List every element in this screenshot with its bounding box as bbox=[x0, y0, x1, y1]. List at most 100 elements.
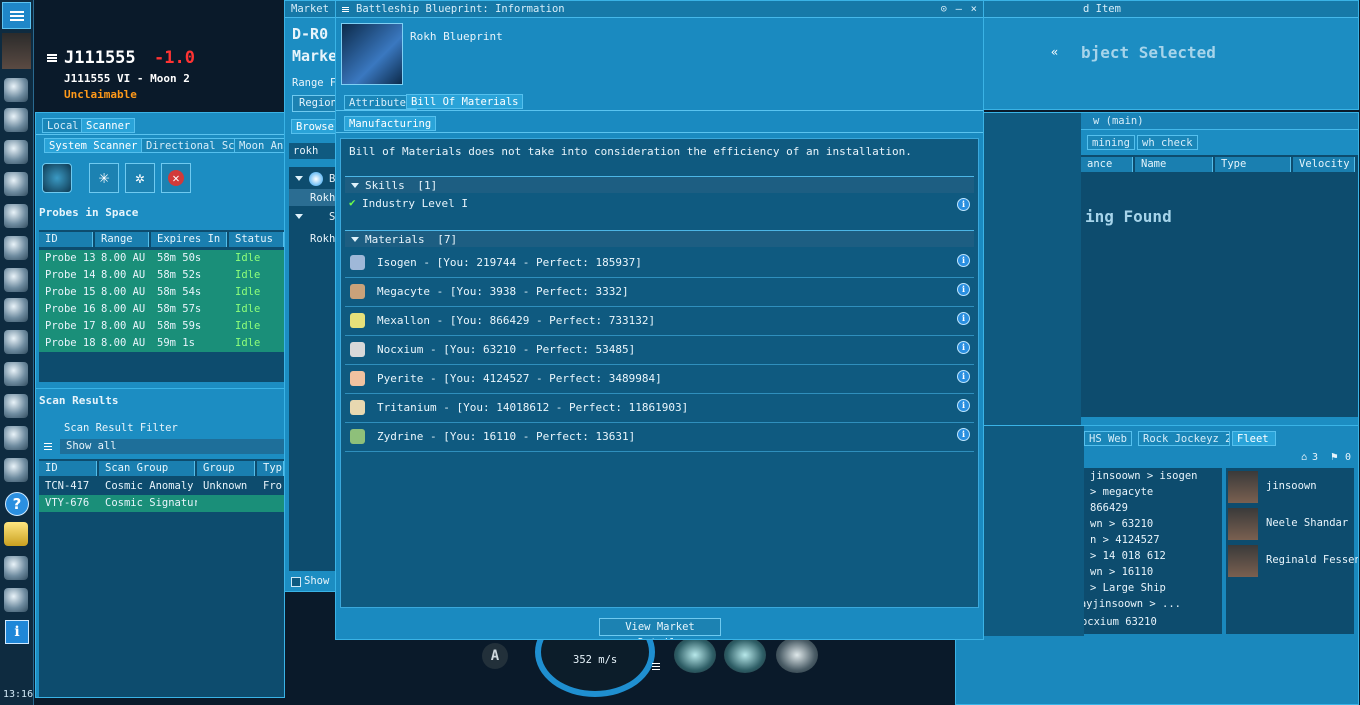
region-button[interactable]: Region bbox=[292, 95, 339, 112]
help-icon[interactable]: ? bbox=[5, 492, 29, 516]
tab-wh-check[interactable]: wh check bbox=[1137, 135, 1198, 150]
tree-expand-icon[interactable] bbox=[295, 214, 303, 219]
probe-pattern-pinpoint-button[interactable]: ✲ bbox=[125, 163, 155, 193]
minimize-icon[interactable]: – bbox=[956, 1, 962, 17]
tab-scanner[interactable]: Scanner bbox=[81, 118, 136, 133]
assets-icon[interactable] bbox=[4, 108, 28, 132]
log-icon[interactable] bbox=[4, 556, 28, 580]
window-settings-icon[interactable]: ⊙ bbox=[941, 1, 947, 17]
skill-info-icon[interactable]: i bbox=[957, 198, 970, 211]
material-row[interactable]: Nocxium - [You: 63210 - Perfect: 53485] i bbox=[345, 336, 974, 365]
recall-probes-button[interactable]: ✕ bbox=[161, 163, 191, 193]
material-info-icon[interactable]: i bbox=[957, 370, 970, 383]
tree-item-rokh[interactable]: Rokh bbox=[310, 192, 335, 204]
journal-icon[interactable] bbox=[4, 426, 28, 450]
corporation-icon[interactable] bbox=[4, 298, 28, 322]
material-info-icon[interactable]: i bbox=[957, 428, 970, 441]
material-row[interactable]: Mexallon - [You: 866429 - Perfect: 73313… bbox=[345, 307, 974, 336]
current-place[interactable]: J111555 VI - Moon 2 bbox=[64, 72, 190, 85]
module-slot-2-icon[interactable] bbox=[724, 637, 766, 673]
autopilot-button[interactable]: A bbox=[482, 643, 508, 669]
scanner-icon[interactable] bbox=[4, 394, 28, 418]
market-header[interactable]: Market bbox=[285, 1, 339, 18]
market-search-input[interactable]: rokh bbox=[289, 143, 339, 159]
industry-icon[interactable] bbox=[4, 140, 28, 164]
tutorial-icon[interactable] bbox=[4, 588, 28, 612]
material-row[interactable]: Tritanium - [You: 14018612 - Perfect: 11… bbox=[345, 394, 974, 423]
filter-menu-icon[interactable] bbox=[44, 443, 52, 444]
tree-expand-icon[interactable] bbox=[295, 176, 303, 181]
fleet-member[interactable]: Neele Shandar bbox=[1226, 507, 1354, 541]
tab-fleet[interactable]: Fleet [ bbox=[1232, 431, 1276, 446]
col-type[interactable]: Typ bbox=[257, 461, 284, 476]
col-id[interactable]: ID bbox=[39, 232, 93, 247]
map-icon[interactable] bbox=[4, 204, 28, 228]
module-slot-3-icon[interactable] bbox=[776, 637, 818, 673]
info-icon[interactable]: i bbox=[5, 620, 29, 644]
table-row[interactable]: Probe 14 8.00 AU 58m 52s Idle bbox=[39, 267, 284, 284]
fleet-member[interactable]: jinsoown bbox=[1226, 470, 1354, 504]
tab-browse[interactable]: Browse bbox=[291, 119, 339, 134]
material-row[interactable]: Pyerite - [You: 4124527 - Perfect: 34899… bbox=[345, 365, 974, 394]
table-row[interactable]: Probe 13 8.00 AU 58m 50s Idle bbox=[39, 250, 284, 267]
table-row[interactable]: Probe 18 8.00 AU 59m 1s Idle bbox=[39, 335, 284, 352]
material-info-icon[interactable]: i bbox=[957, 312, 970, 325]
inventory-icon[interactable] bbox=[4, 362, 28, 386]
col-scan-group[interactable]: Scan Group bbox=[99, 461, 195, 476]
filter-select[interactable]: Show all bbox=[60, 439, 284, 454]
module-slot-1-icon[interactable] bbox=[674, 637, 716, 673]
module-menu-icon[interactable] bbox=[652, 663, 660, 664]
location-menu-icon[interactable] bbox=[47, 54, 57, 56]
table-row[interactable]: Probe 15 8.00 AU 58m 54s Idle bbox=[39, 284, 284, 301]
materials-section-header[interactable]: Materials [7] bbox=[345, 230, 974, 247]
fleet-member[interactable]: Reginald Fessen bbox=[1226, 544, 1358, 578]
show-checkbox[interactable] bbox=[291, 577, 301, 587]
tab-local[interactable]: Local bbox=[42, 118, 84, 133]
col-distance[interactable]: ance bbox=[1081, 157, 1133, 172]
col-expires[interactable]: Expires In bbox=[151, 232, 227, 247]
table-row[interactable]: TCN-417 Cosmic Anomaly Unknown Fro bbox=[39, 478, 284, 495]
tab-mining[interactable]: mining bbox=[1087, 135, 1135, 150]
notepad-icon[interactable] bbox=[4, 522, 28, 546]
selected-item-header[interactable]: d Item bbox=[983, 1, 1358, 18]
material-info-icon[interactable]: i bbox=[957, 399, 970, 412]
tree-item-rokh-blueprint[interactable]: Rokh bbox=[310, 233, 335, 245]
tab-bill-of-materials[interactable]: Bill Of Materials bbox=[406, 94, 524, 109]
info-menu-icon[interactable] bbox=[342, 7, 349, 8]
tab-hs-web[interactable]: HS Web bbox=[1084, 431, 1132, 446]
col-status[interactable]: Status bbox=[229, 232, 284, 247]
material-info-icon[interactable]: i bbox=[957, 341, 970, 354]
col-group[interactable]: Group bbox=[197, 461, 255, 476]
probe-pattern-spread-button[interactable]: ✳ bbox=[89, 163, 119, 193]
info-header[interactable]: Battleship Blueprint: Information ⊙ – × bbox=[336, 1, 983, 18]
col-type[interactable]: Type bbox=[1215, 157, 1291, 172]
mail-icon[interactable] bbox=[4, 172, 28, 196]
market-icon[interactable] bbox=[4, 236, 28, 260]
material-info-icon[interactable]: i bbox=[957, 283, 970, 296]
skills-icon[interactable] bbox=[4, 78, 28, 102]
material-row[interactable]: Zydrine - [You: 16110 - Perfect: 13631] i bbox=[345, 423, 974, 452]
tab-rock-jockeyz[interactable]: Rock Jockeyz 2.0 bbox=[1138, 431, 1230, 446]
skills-section-header[interactable]: Skills [1] bbox=[345, 176, 974, 193]
col-name[interactable]: Name bbox=[1135, 157, 1213, 172]
character-portrait[interactable] bbox=[2, 33, 31, 69]
people-icon[interactable] bbox=[4, 458, 28, 482]
close-icon[interactable]: × bbox=[971, 1, 977, 17]
material-info-icon[interactable]: i bbox=[957, 254, 970, 267]
tab-moon-analysis[interactable]: Moon Ana bbox=[234, 138, 284, 153]
fleet-icon[interactable] bbox=[4, 330, 28, 354]
material-row[interactable]: Isogen - [You: 219744 - Perfect: 185937]… bbox=[345, 249, 974, 278]
tab-manufacturing[interactable]: Manufacturing bbox=[344, 116, 437, 131]
view-market-details-button[interactable]: View Market Details bbox=[599, 618, 721, 639]
col-velocity[interactable]: Velocity bbox=[1293, 157, 1355, 172]
tab-system-scanner[interactable]: System Scanner bbox=[44, 138, 143, 153]
material-row[interactable]: Megacyte - [You: 3938 - Perfect: 3332] i bbox=[345, 278, 974, 307]
neocom-menu-button[interactable] bbox=[2, 2, 31, 29]
analyze-button[interactable] bbox=[42, 163, 72, 193]
table-row[interactable]: Probe 17 8.00 AU 58m 59s Idle bbox=[39, 318, 284, 335]
col-range[interactable]: Range bbox=[95, 232, 149, 247]
col-result-id[interactable]: ID bbox=[39, 461, 97, 476]
fitting-icon[interactable] bbox=[4, 268, 28, 292]
skill-row[interactable]: ✔ Industry Level I i bbox=[345, 195, 974, 213]
table-row[interactable]: VTY-676 Cosmic Signature bbox=[39, 495, 284, 512]
